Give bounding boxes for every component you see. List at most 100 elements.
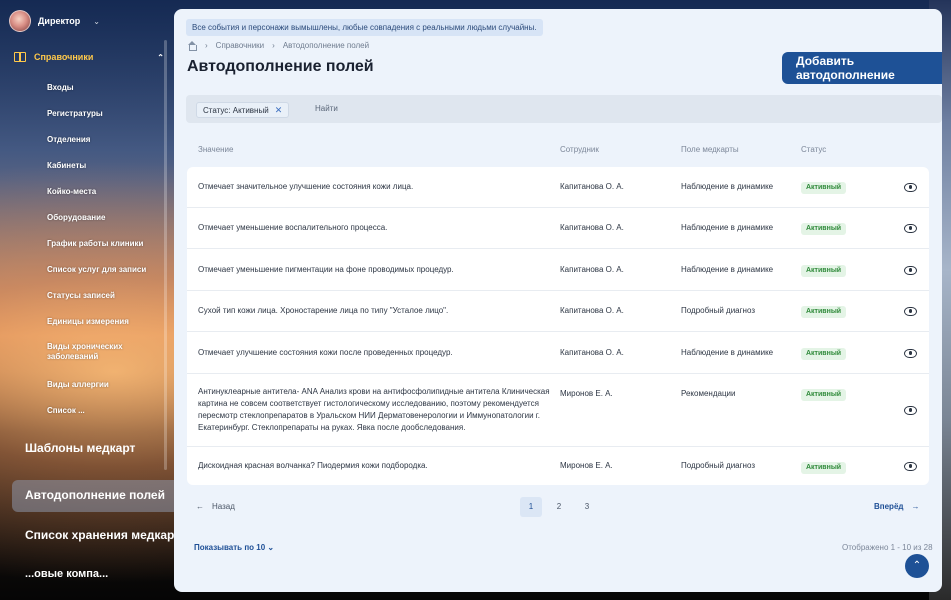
column-header-employee[interactable]: Сотрудник <box>560 145 599 154</box>
sidebar-item-rooms[interactable]: Кабинеты <box>47 158 157 184</box>
sidebar-item-allergies[interactable]: Виды аллергии <box>47 377 157 403</box>
pagination-page-1[interactable]: 1 <box>520 497 542 517</box>
cell-field: Наблюдение в динамике <box>681 182 774 191</box>
double-chevron-up-icon: ⌃ <box>912 560 922 571</box>
sidebar-section-label: Справочники <box>34 52 94 62</box>
status-filter-chip[interactable]: Статус: Активный ✕ <box>196 102 290 118</box>
cell-field: Подробный диагноз <box>681 306 755 315</box>
table-row[interactable]: Сухой тип кожи лица. Хроностарение лица … <box>187 291 929 332</box>
eye-icon[interactable] <box>904 224 917 233</box>
cell-field: Рекомендации <box>681 389 736 398</box>
close-icon[interactable]: ✕ <box>275 105 283 116</box>
chevron-down-icon: ⌄ <box>93 16 100 26</box>
pagination-next[interactable]: Вперёд → <box>874 502 919 511</box>
home-icon[interactable] <box>187 41 197 51</box>
breadcrumb-directories[interactable]: Справочники <box>216 41 264 50</box>
sidebar-item-companies[interactable]: ...овые компа... <box>25 568 108 580</box>
status-filter-label: Статус: Активный <box>203 105 269 115</box>
pagination-pages: 1 2 3 <box>520 497 598 517</box>
cell-employee: Капитанова О. А. <box>560 348 624 357</box>
status-badge: Активный <box>801 306 847 318</box>
page-title: Автодополнение полей <box>187 58 374 75</box>
table-row[interactable]: Дискоидная красная волчанка? Пиодермия к… <box>187 447 929 485</box>
sidebar-item-registries[interactable]: Регистратуры <box>47 106 157 132</box>
eye-icon[interactable] <box>904 183 917 192</box>
arrow-left-icon: ← <box>196 502 204 511</box>
sidebar-item-statuses[interactable]: Статусы записей <box>47 288 157 314</box>
book-icon <box>14 52 26 62</box>
column-header-status[interactable]: Статус <box>801 145 826 154</box>
cell-field: Наблюдение в динамике <box>681 265 774 274</box>
column-header-value[interactable]: Значение <box>198 145 233 154</box>
status-badge: Активный <box>801 348 847 360</box>
status-badge: Активный <box>801 223 847 235</box>
status-badge: Активный <box>801 265 847 277</box>
cell-employee: Миронов Е. А. <box>560 389 613 398</box>
avatar <box>9 10 31 32</box>
cell-field: Подробный диагноз <box>681 461 755 470</box>
cell-field: Наблюдение в динамике <box>681 223 774 232</box>
sidebar-section-directories[interactable]: Справочники ⌃ <box>14 52 164 62</box>
disclaimer-notice: Все события и персонажи вымышлены, любые… <box>186 19 543 36</box>
sidebar-item-chronic-diseases[interactable]: Виды хронических заболеваний <box>47 340 157 377</box>
sidebar-item-list[interactable]: Список ... <box>47 403 157 429</box>
per-page-select[interactable]: Показывать по 10 ⌄ <box>194 543 274 552</box>
breadcrumb: › Справочники › Автодополнение полей <box>187 41 369 51</box>
breadcrumb-separator-icon: › <box>272 41 275 50</box>
cell-value: Сухой тип кожи лица. Хроностарение лица … <box>198 306 449 315</box>
chevron-up-icon: ⌃ <box>157 52 164 62</box>
sidebar-item-card-templates[interactable]: Шаблоны медкарт <box>25 441 135 455</box>
pagination-page-2[interactable]: 2 <box>548 497 570 517</box>
main-panel: Все события и персонажи вымышлены, любые… <box>174 9 942 592</box>
pagination-prev-label: Назад <box>212 502 235 511</box>
eye-icon[interactable] <box>904 462 917 471</box>
table-row[interactable]: Отмечает уменьшение воспалительного проц… <box>187 208 929 249</box>
filter-bar: Статус: Активный ✕ Найти <box>186 95 942 123</box>
table-row[interactable]: Отмечает значительное улучшение состояни… <box>187 167 929 208</box>
arrow-right-icon: → <box>911 502 920 511</box>
cell-employee: Капитанова О. А. <box>560 223 624 232</box>
sidebar-item-schedule[interactable]: График работы клиники <box>47 236 157 262</box>
cell-value: Дискоидная красная волчанка? Пиодермия к… <box>198 461 428 470</box>
sidebar-item-equipment[interactable]: Оборудование <box>47 210 157 236</box>
user-menu[interactable]: Директор ⌄ <box>9 10 100 32</box>
sidebar-item-beds[interactable]: Койко-места <box>47 184 157 210</box>
cell-employee: Капитанова О. А. <box>560 306 624 315</box>
eye-icon[interactable] <box>904 406 917 415</box>
eye-icon[interactable] <box>904 349 917 358</box>
user-role: Директор <box>38 16 81 26</box>
sidebar-item-autocomplete[interactable]: Автодополнение полей <box>25 488 165 502</box>
status-badge: Активный <box>801 389 847 401</box>
status-badge: Активный <box>801 462 847 474</box>
sidebar-item-card-storage[interactable]: Список хранения медкарт <box>25 528 180 542</box>
scroll-to-top-button[interactable]: ⌃ <box>905 554 929 578</box>
sidebar-item-entrances[interactable]: Входы <box>47 80 157 106</box>
cell-value: Отмечает уменьшение пигментации на фоне … <box>198 265 454 274</box>
find-button[interactable]: Найти <box>315 104 338 113</box>
cell-value: Отмечает улучшение состояния кожи после … <box>198 348 453 357</box>
table-row[interactable]: Антинуклеарные антитела- ANA Анализ кров… <box>187 374 929 447</box>
cell-field: Наблюдение в динамике <box>681 348 774 357</box>
eye-icon[interactable] <box>904 266 917 275</box>
column-header-field[interactable]: Поле медкарты <box>681 145 739 154</box>
sidebar-scrollbar[interactable] <box>164 40 167 470</box>
pagination-prev[interactable]: ← Назад <box>196 502 235 511</box>
sidebar-item-departments[interactable]: Отделения <box>47 132 157 158</box>
sidebar-submenu: Входы Регистратуры Отделения Кабинеты Ко… <box>47 80 157 429</box>
cell-value: Отмечает уменьшение воспалительного проц… <box>198 223 388 232</box>
cell-employee: Миронов Е. А. <box>560 461 613 470</box>
cell-value: Антинуклеарные антитела- ANA Анализ кров… <box>198 387 550 432</box>
sidebar-item-units[interactable]: Единицы измерения <box>47 314 157 340</box>
records-count: Отображено 1 - 10 из 28 <box>842 543 933 552</box>
eye-icon[interactable] <box>904 307 917 316</box>
sidebar-item-services[interactable]: Список услуг для записи <box>47 262 157 288</box>
table-row[interactable]: Отмечает уменьшение пигментации на фоне … <box>187 249 929 291</box>
cell-value: Отмечает значительное улучшение состояни… <box>198 182 414 191</box>
add-autocomplete-button[interactable]: Добавить автодополнение <box>782 52 942 84</box>
cell-employee: Капитанова О. А. <box>560 265 624 274</box>
pagination-next-label: Вперёд <box>874 502 904 511</box>
pagination-page-3[interactable]: 3 <box>576 497 598 517</box>
chevron-down-icon: ⌄ <box>267 543 275 552</box>
sidebar: Директор ⌄ Справочники ⌃ Входы Регистрат… <box>0 0 180 600</box>
table-row[interactable]: Отмечает улучшение состояния кожи после … <box>187 332 929 374</box>
